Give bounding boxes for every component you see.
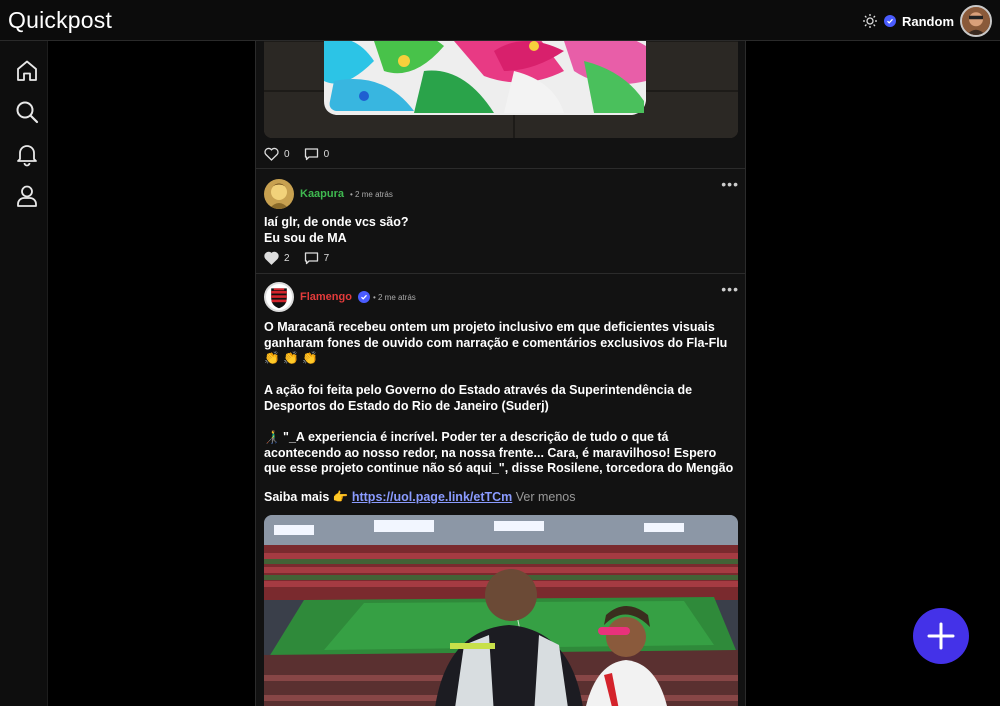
top-bar: Quickpost Random [0, 0, 1000, 41]
home-icon[interactable] [14, 58, 40, 84]
post-link[interactable]: https://uol.page.link/etTCm [352, 490, 512, 504]
post-image[interactable] [264, 515, 738, 706]
author-avatar[interactable] [264, 282, 294, 312]
header-username[interactable]: Random [902, 14, 954, 29]
ver-menos-button[interactable]: Ver menos [516, 490, 576, 504]
app-logo[interactable]: Quickpost [8, 7, 112, 34]
search-icon[interactable] [14, 99, 40, 125]
new-post-button[interactable] [913, 608, 969, 664]
heart-filled-icon [264, 251, 279, 265]
comment-icon [304, 252, 318, 265]
feed-post: Flamengo • 2 me atrás ••• O Maracanã rec… [256, 275, 745, 706]
like-count: 0 [284, 148, 290, 160]
post-header: Kaapura • 2 me atrás [264, 179, 393, 209]
user-icon[interactable] [14, 183, 40, 209]
feed-post: 0 0 [256, 41, 745, 169]
header-user-area: Random [862, 5, 992, 37]
post-paragraph: 👨‍🦯 "_A experiencia é incrível. Poder te… [264, 430, 734, 475]
feed: 0 0 Kaapura • 2 me atrás ••• Iaí glr, de… [255, 41, 746, 706]
more-options-button[interactable]: ••• [721, 176, 739, 192]
post-text: Iaí glr, de onde vcs são? Eu sou de MA [264, 215, 740, 246]
author-name[interactable]: Kaapura [300, 188, 344, 200]
like-button[interactable]: 0 [264, 147, 290, 161]
user-avatar[interactable] [960, 5, 992, 37]
post-time: • 2 me atrás [350, 189, 393, 199]
post-actions: 0 0 [264, 147, 329, 161]
comment-count: 0 [323, 148, 330, 160]
like-count: 2 [284, 252, 290, 264]
plus-icon [927, 622, 955, 650]
theme-toggle-icon[interactable] [862, 13, 878, 29]
post-paragraph: A ação foi feita pelo Governo do Estado … [264, 383, 693, 413]
bell-icon[interactable] [14, 141, 40, 167]
comment-icon [304, 148, 318, 161]
post-text-line: Iaí glr, de onde vcs são? [264, 215, 409, 229]
post-time: • 2 me atrás [372, 292, 416, 302]
heart-icon [264, 147, 279, 161]
post-text-line: Eu sou de MA [264, 230, 347, 245]
sidebar-nav [0, 41, 48, 706]
post-image[interactable] [264, 41, 738, 138]
more-options-button[interactable]: ••• [721, 281, 739, 297]
saiba-mais-label: Saiba mais 👉 [264, 490, 349, 504]
verified-badge-icon [884, 15, 896, 27]
post-actions: 2 7 [264, 251, 329, 265]
comment-count: 7 [323, 252, 330, 264]
post-link-line: Saiba mais 👉 https://uol.page.link/etTCm… [264, 490, 740, 506]
verified-badge-icon [357, 291, 370, 303]
author-avatar[interactable] [264, 179, 294, 209]
author-name[interactable]: Flamengo [300, 291, 352, 303]
post-header: Flamengo • 2 me atrás [264, 282, 416, 312]
feed-post: Kaapura • 2 me atrás ••• Iaí glr, de ond… [256, 170, 745, 274]
post-paragraph: O Maracanã recebeu ontem um projeto incl… [264, 320, 728, 365]
comment-button[interactable]: 0 [304, 147, 330, 161]
like-button[interactable]: 2 [264, 251, 290, 265]
comment-button[interactable]: 7 [304, 251, 330, 265]
